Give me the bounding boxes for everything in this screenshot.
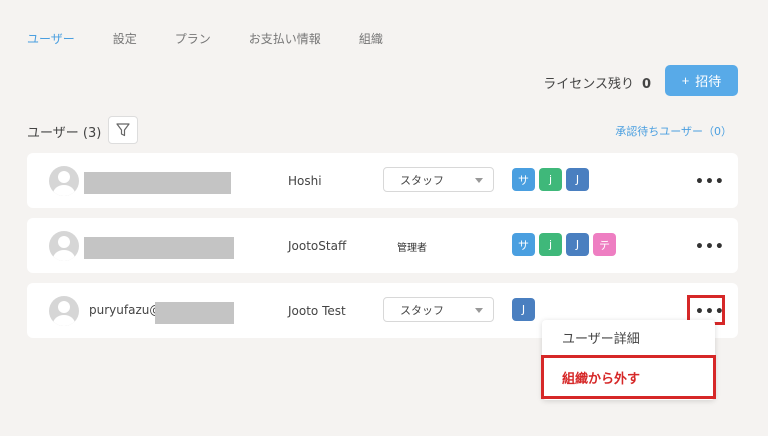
pending-users-link[interactable]: 承認待ちユーザー（0） [615,123,732,139]
avatar [49,231,79,261]
role-value: スタッフ [400,173,444,187]
user-action-menu: ユーザー詳細 組織から外す [541,320,716,400]
license-remaining: ライセンス残り 0 [543,73,651,92]
username: Jooto Test [288,304,346,318]
avatar [49,296,79,326]
tab-users[interactable]: ユーザー [27,30,75,47]
license-count: 0 [641,77,651,92]
app-badges: J [512,298,535,321]
chevron-down-icon [475,178,483,183]
more-icon[interactable]: ••• [695,239,725,255]
more-icon[interactable]: ••• [695,174,725,190]
email-prefix: puryufazu@ [89,303,162,317]
app-badge: テ [593,233,616,256]
tab-bar: ユーザー 設定 プラン お支払い情報 組織 [27,30,421,47]
avatar [49,166,79,196]
app-badges: サ j J テ [512,233,616,256]
invite-button[interactable]: + 招待 [665,65,738,96]
app-badge: J [512,298,535,321]
redacted-email [84,172,231,194]
filter-icon [116,123,130,137]
redacted-email [155,302,234,324]
app-badge: サ [512,168,535,191]
app-badge: j [539,168,562,191]
role-select[interactable]: スタッフ [383,297,494,322]
tab-plan[interactable]: プラン [175,30,211,47]
app-badges: サ j J [512,168,589,191]
app-badge: j [539,233,562,256]
menu-item-remove-from-org[interactable]: 組織から外す [562,368,640,387]
role-value: スタッフ [400,303,444,317]
username: JootoStaff [288,239,347,253]
chevron-down-icon [475,308,483,313]
more-icon[interactable]: ••• [695,304,725,320]
app-badge: J [566,168,589,191]
tab-payment[interactable]: お支払い情報 [249,30,321,47]
redacted-email [84,237,234,259]
license-label: ライセンス残り [543,77,634,92]
plus-icon: + [681,73,690,88]
app-badge: サ [512,233,535,256]
role-value: 管理者 [397,243,427,254]
invite-label: 招待 [695,74,722,89]
user-row: Hoshi スタッフ サ j J ••• [27,153,738,208]
role-select[interactable]: スタッフ [383,167,494,192]
app-badge: J [566,233,589,256]
username: Hoshi [288,174,322,188]
users-title: ユーザー (3) [27,126,102,141]
user-row: JootoStaff 管理者 サ j J テ ••• [27,218,738,273]
tab-organization[interactable]: 組織 [359,30,383,47]
filter-button[interactable] [108,116,138,144]
menu-item-user-detail[interactable]: ユーザー詳細 [562,328,640,347]
tab-settings[interactable]: 設定 [113,30,137,47]
